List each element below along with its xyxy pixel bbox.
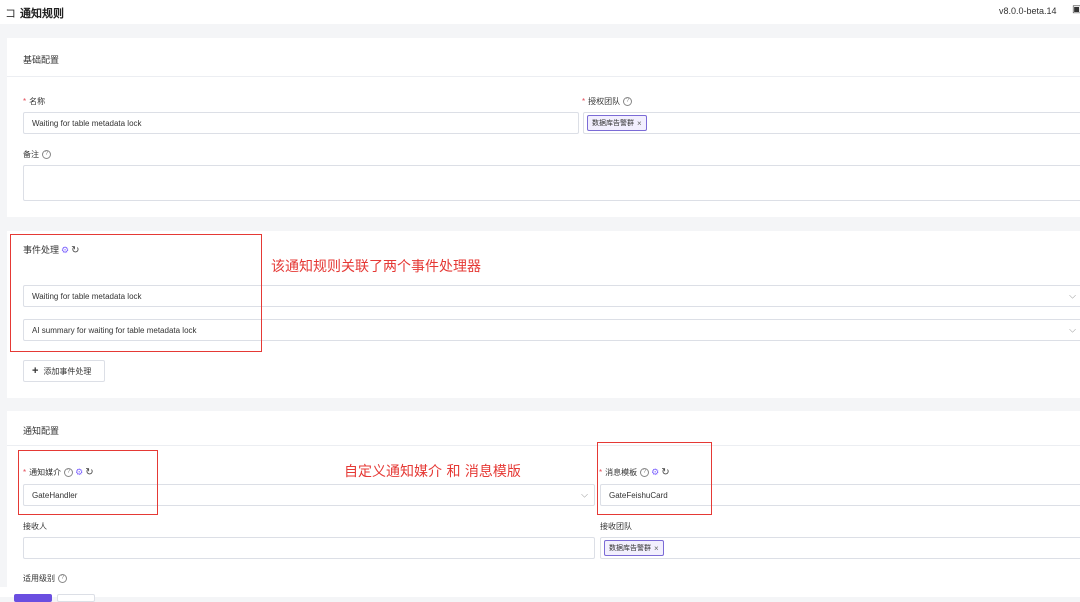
annotation-text-notify: 自定义通知媒介 和 消息模版 <box>344 464 521 480</box>
divider <box>7 76 1080 77</box>
add-processor-button[interactable]: + 添加事件处理 <box>23 360 105 382</box>
name-value: Waiting for table metadata lock <box>32 118 142 128</box>
name-input[interactable]: Waiting for table metadata lock <box>23 112 579 134</box>
submit-button[interactable] <box>14 594 52 602</box>
note-label: 备注? <box>23 149 51 160</box>
help-icon[interactable]: ? <box>58 574 67 584</box>
section-title-notify: 通知配置 <box>23 426 60 436</box>
notify-config-card: 通知配置 * 通知媒介? ⚙ ↻ GateHandler ⌵ * 消息模板? ⚙ ↻ Gat… <box>7 411 1080 591</box>
divider <box>7 445 1080 446</box>
help-icon[interactable]: ? <box>42 150 51 160</box>
receiver-label: 接收人 <box>23 522 47 531</box>
help-icon[interactable]: ? <box>623 97 633 107</box>
cancel-button[interactable] <box>57 594 95 602</box>
remove-tag-icon[interactable]: × <box>654 544 659 553</box>
name-label: * 名称 <box>23 97 46 106</box>
receiver-select[interactable] <box>23 537 595 559</box>
plus-icon: + <box>32 365 39 377</box>
receive-team-label: 接收团队 <box>600 522 632 531</box>
remove-tag-icon[interactable]: × <box>637 119 642 128</box>
level-label: 适用级别? <box>23 573 67 584</box>
receive-team-tag: 数据库告警群 × <box>604 540 664 556</box>
chevron-down-icon: ⌵ <box>1069 290 1076 301</box>
top-bar: コ 通知规则 v8.0.0-beta.14 ▣ <box>0 0 1080 24</box>
annotation-box-events <box>10 234 262 352</box>
version-label: v8.0.0-beta.14 <box>999 6 1057 16</box>
annotation-text-events: 该通知规则关联了两个事件处理器 <box>271 259 481 275</box>
basic-config-card: 基础配置 * 名称 Waiting for table metadata lock… <box>7 38 1080 217</box>
chevron-down-icon: ⌵ <box>581 489 588 500</box>
note-textarea[interactable] <box>23 165 1080 201</box>
bottom-action-bar <box>0 587 1080 597</box>
panel-icon[interactable]: ▣ <box>1072 4 1080 16</box>
team-label: * 授权团队? <box>582 96 633 107</box>
page-title: 通知规则 <box>20 8 64 20</box>
section-title-basic: 基础配置 <box>23 55 60 65</box>
team-select[interactable]: 数据库告警群 × <box>583 112 1080 134</box>
annotation-box-media <box>18 450 158 515</box>
team-tag: 数据库告警群 × <box>587 115 647 131</box>
annotation-box-template <box>597 442 712 515</box>
chevron-down-icon: ⌵ <box>1069 324 1076 335</box>
receive-team-select[interactable]: 数据库告警群 × <box>600 537 1080 559</box>
back-bracket-icon[interactable]: コ <box>5 5 16 21</box>
